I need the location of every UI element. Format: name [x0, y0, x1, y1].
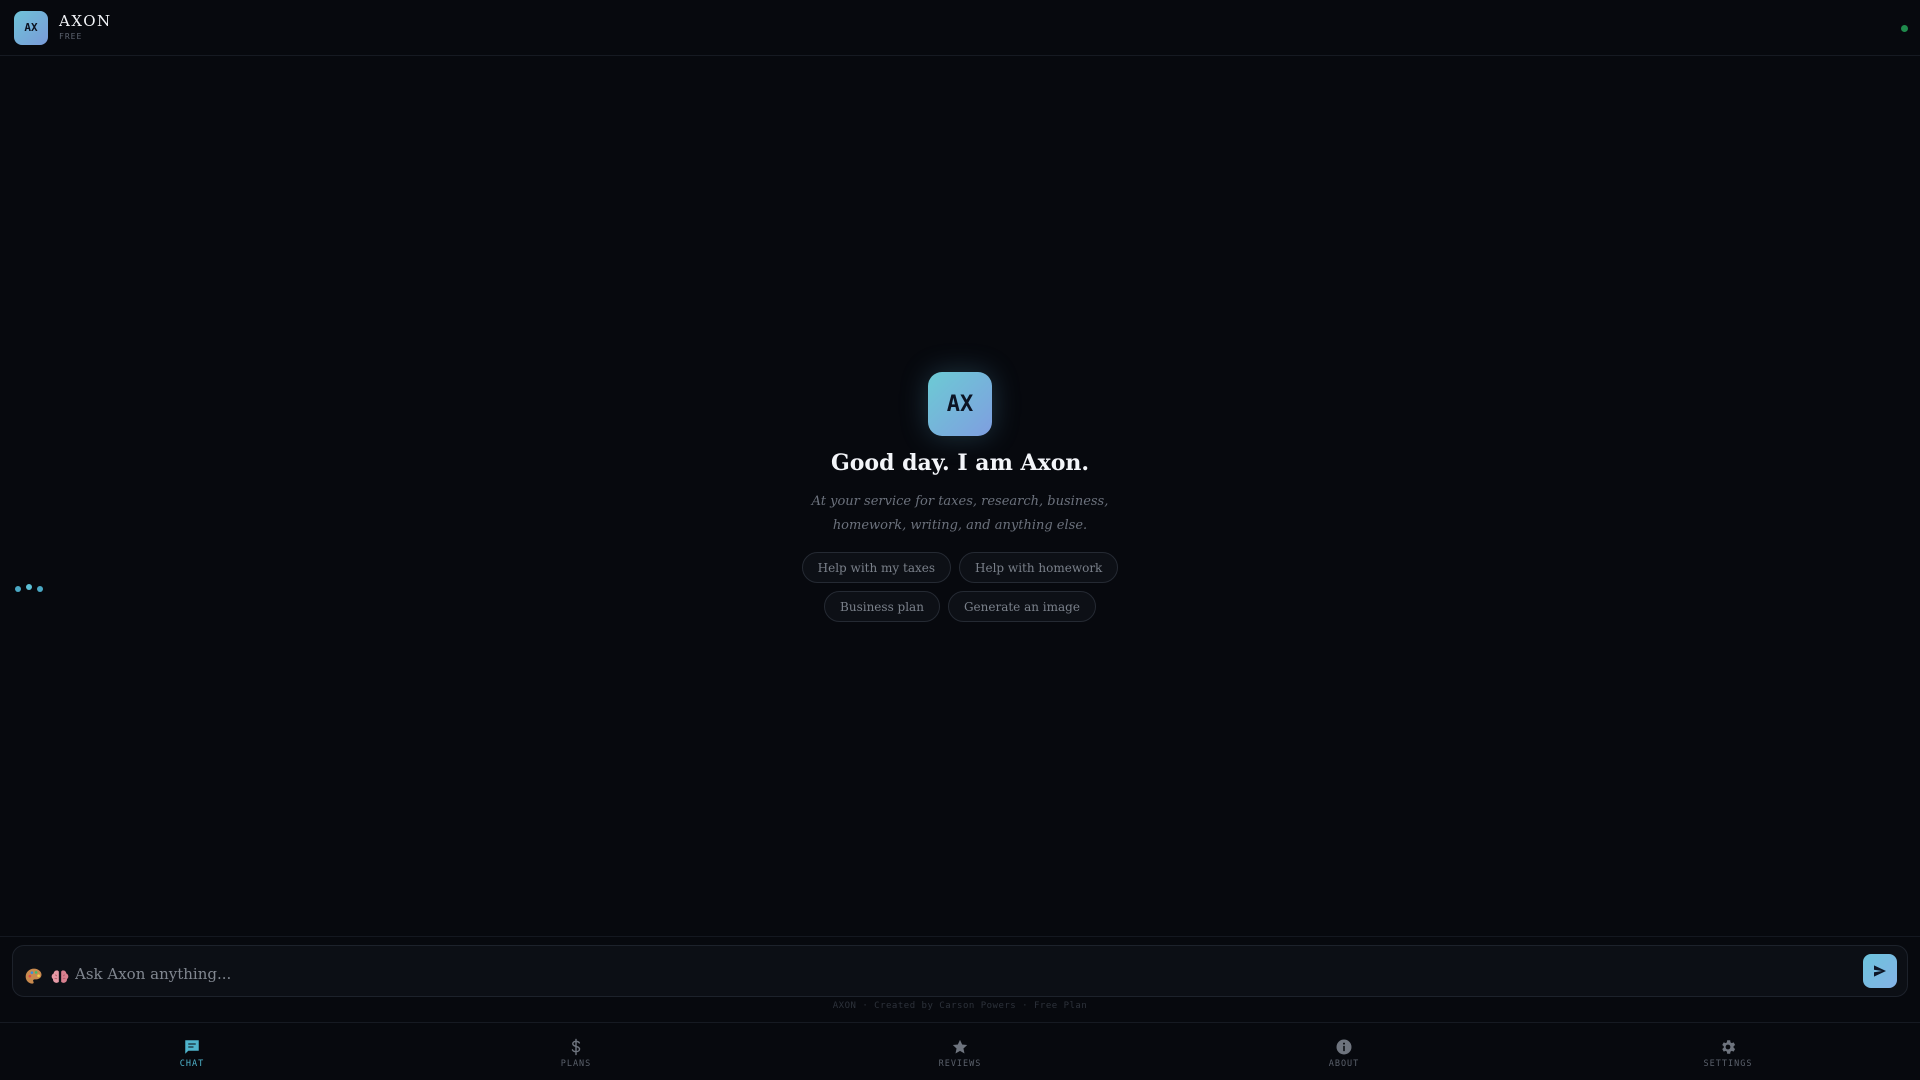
suggestion-taxes-button[interactable]: Help with my taxes	[801, 552, 952, 583]
send-button[interactable]	[1863, 954, 1897, 988]
suggestion-row: Help with my taxes Help with homework	[801, 552, 1119, 583]
composer	[12, 945, 1908, 997]
message-input[interactable]	[75, 954, 1863, 994]
chat-icon	[185, 1040, 199, 1054]
nav-item-chat[interactable]: CHAT	[0, 1023, 384, 1080]
nav-item-settings[interactable]: SETTINGS	[1536, 1023, 1920, 1080]
hero-logo: AX	[928, 372, 992, 436]
send-icon	[1874, 965, 1886, 977]
bottom-nav: CHAT PLANS REVIEWS ABOUT SETTINGS	[0, 1022, 1920, 1080]
footer-credit: AXON · Created by Carson Powers · Free P…	[832, 1001, 1088, 1011]
gear-icon	[1722, 1040, 1736, 1054]
brand: AXON FREE	[59, 14, 112, 41]
info-icon	[1336, 1039, 1352, 1055]
nav-label: REVIEWS	[938, 1059, 982, 1069]
plan-label: FREE	[59, 32, 83, 41]
composer-divider	[0, 936, 1920, 937]
welcome-hero: AX Good day. I am Axon. At your service …	[0, 372, 1920, 622]
app-logo[interactable]: AX	[14, 10, 48, 45]
nav-label: ABOUT	[1328, 1059, 1360, 1069]
suggestion-business-plan-button[interactable]: Business plan	[824, 591, 940, 622]
suggestion-homework-button[interactable]: Help with homework	[959, 552, 1119, 583]
nav-item-reviews[interactable]: REVIEWS	[768, 1023, 1152, 1080]
nav-label: PLANS	[560, 1059, 592, 1069]
nav-item-about[interactable]: ABOUT	[1152, 1023, 1536, 1080]
suggestion-chips: Help with my taxes Help with homework Bu…	[801, 552, 1119, 622]
status-indicator	[1901, 25, 1908, 32]
welcome-title: Good day. I am Axon.	[830, 450, 1090, 476]
app-root: AX AXON FREE AX Good day. I am Axon. At …	[0, 0, 1920, 1080]
brand-name: AXON	[59, 12, 112, 30]
nav-label: SETTINGS	[1703, 1059, 1753, 1069]
palette-icon[interactable]	[23, 966, 45, 988]
star-icon	[952, 1039, 968, 1054]
suggestion-generate-image-button[interactable]: Generate an image	[947, 591, 1096, 622]
nav-item-plans[interactable]: PLANS	[384, 1023, 768, 1080]
top-header: AX AXON FREE	[0, 0, 1920, 56]
nav-label: CHAT	[179, 1059, 205, 1069]
welcome-subtitle: At your service for taxes, research, bus…	[811, 494, 1109, 533]
dollar-icon	[571, 1038, 581, 1056]
brain-icon[interactable]	[49, 966, 71, 988]
suggestion-row: Business plan Generate an image	[824, 591, 1096, 622]
